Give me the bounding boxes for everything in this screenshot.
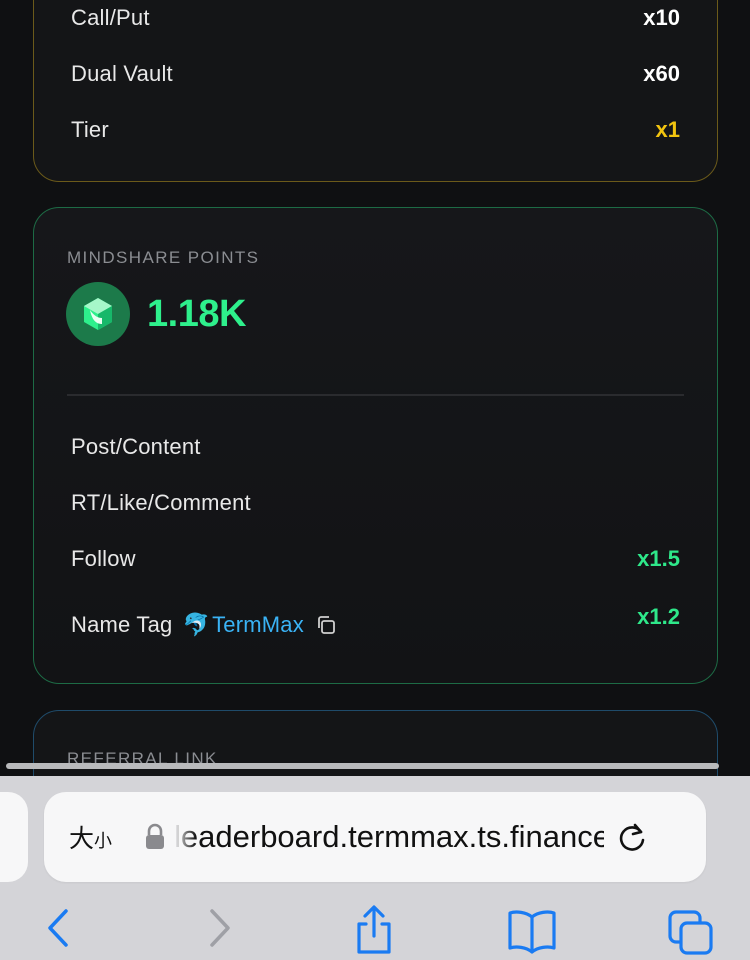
browser-bottom-bar: 大小 leaderboard.termmax.ts.finance	[0, 776, 750, 960]
row-call-put: Call/Put x10	[71, 5, 680, 31]
name-tag-value[interactable]: TermMax	[212, 612, 304, 638]
row-follow: Follow x1.5	[71, 546, 680, 572]
share-icon[interactable]	[352, 904, 396, 956]
bookmarks-icon[interactable]	[506, 908, 558, 954]
row-label: Dual Vault	[71, 61, 173, 86]
mindshare-card: MINDSHARE POINTS 1.18K Post/Content RT/L…	[33, 207, 718, 684]
points-value: 1.18K	[147, 292, 246, 335]
row-multiplier: x60	[643, 61, 680, 86]
address-bar[interactable]: 大小 leaderboard.termmax.ts.finance	[44, 792, 706, 882]
reload-icon[interactable]	[616, 820, 648, 854]
browser-toolbar	[0, 902, 750, 960]
row-label: Tier	[71, 117, 109, 142]
name-tag-label: Name Tag	[71, 612, 173, 637]
name-tag: Name Tag 🐬 TermMax	[71, 612, 338, 638]
previous-tab-card[interactable]	[0, 792, 28, 882]
row-label: Follow	[71, 546, 136, 571]
section-title: MINDSHARE POINTS	[67, 248, 260, 267]
row-label: Post/Content	[71, 434, 201, 459]
row-multiplier: x1.2	[637, 604, 680, 629]
divider	[67, 394, 684, 396]
dolphin-emoji: 🐬	[182, 612, 211, 637]
lock-icon	[144, 823, 166, 851]
termmax-logo-icon	[66, 282, 130, 346]
row-name-tag: Name Tag 🐬 TermMax x1.2	[71, 604, 680, 638]
row-dual-vault: Dual Vault x60	[71, 61, 680, 87]
copy-icon[interactable]	[314, 613, 338, 637]
row-label: Call/Put	[71, 5, 150, 30]
page: Call/Put x10 Dual Vault x60 Tier x1 MIND…	[0, 0, 750, 960]
row-multiplier: x10	[643, 5, 680, 30]
multiplier-card: Call/Put x10 Dual Vault x60 Tier x1	[33, 0, 718, 182]
row-post-content: Post/Content	[71, 434, 680, 460]
row-multiplier: x1.5	[637, 546, 680, 571]
points-summary: 1.18K	[66, 282, 246, 346]
scroll-indicator[interactable]	[6, 763, 719, 769]
row-rt-like-comment: RT/Like/Comment	[71, 490, 680, 516]
row-label: RT/Like/Comment	[71, 490, 251, 515]
text-size-button[interactable]: 大小	[69, 819, 112, 855]
row-multiplier: x1	[655, 117, 680, 142]
url-text[interactable]: leaderboard.termmax.ts.finance	[174, 819, 604, 855]
tabs-icon[interactable]	[666, 908, 716, 958]
text-size-big: 大	[69, 824, 95, 853]
forward-icon[interactable]	[206, 908, 234, 948]
row-tier: Tier x1	[71, 117, 680, 143]
back-icon[interactable]	[44, 908, 72, 948]
text-size-small: 小	[94, 831, 113, 852]
